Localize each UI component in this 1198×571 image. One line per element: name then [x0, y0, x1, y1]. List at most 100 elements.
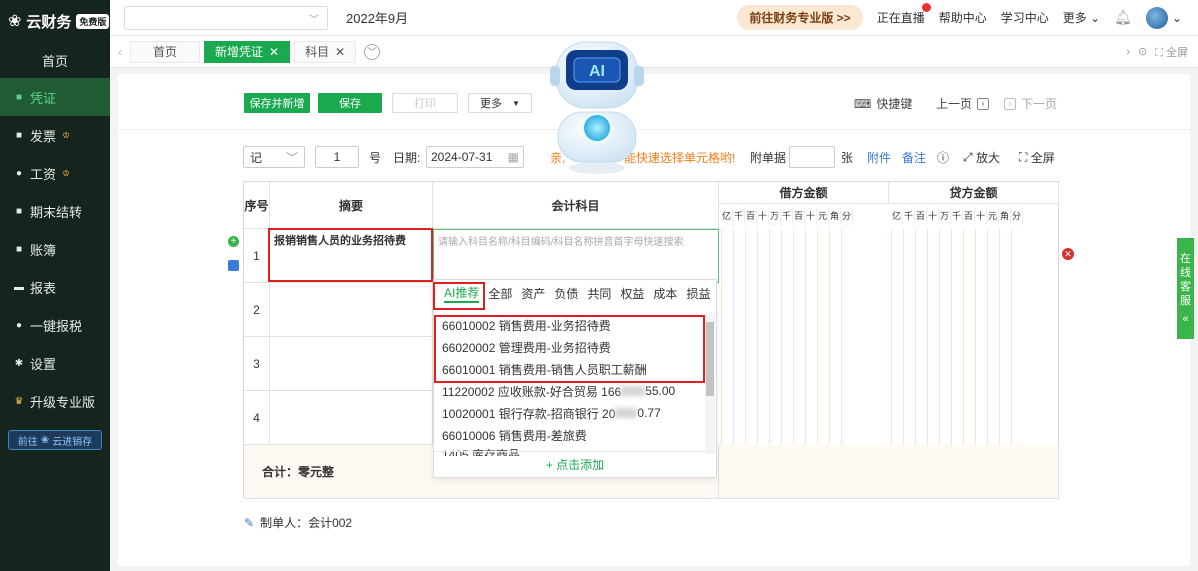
- account-option[interactable]: 66010006 销售费用-差旅费: [434, 424, 706, 446]
- more-button[interactable]: 更多 ▼: [468, 93, 532, 113]
- fullscreen-button[interactable]: ⛶ 全屏: [1155, 44, 1188, 60]
- account-list-scrollbar[interactable]: [705, 314, 715, 454]
- chevron-down-icon: ﹀: [285, 150, 298, 165]
- crown-icon: ♔: [62, 167, 71, 178]
- bell-icon[interactable]: 🔔︎: [1114, 9, 1132, 26]
- voucher-type-select[interactable]: 记 ﹀: [243, 146, 305, 168]
- copy-row-icon[interactable]: [228, 260, 239, 271]
- app-name: 云财务: [26, 13, 72, 31]
- double-chevron-left-icon: «: [1182, 312, 1189, 325]
- company-select[interactable]: ﹀: [124, 5, 328, 30]
- collapse-icon[interactable]: ⊙: [1138, 45, 1147, 58]
- digit-unit-label: 十: [975, 207, 987, 225]
- row-1-seq: 1: [244, 229, 270, 283]
- date-picker[interactable]: 2024-07-31 ▦: [426, 146, 524, 168]
- row-2-summary[interactable]: [270, 283, 433, 337]
- chevron-left-icon: ‹: [977, 97, 990, 110]
- shortcut-button[interactable]: ⌨ 快捷键: [854, 95, 912, 112]
- header-seq: 序号: [244, 182, 270, 229]
- category-tab-assets[interactable]: 资产: [521, 285, 545, 302]
- tab-accounts[interactable]: 科目 ✕: [294, 40, 357, 63]
- help-icon[interactable]: ⓘ: [937, 146, 949, 168]
- zoom-button[interactable]: ⤢ 放大: [963, 146, 1000, 168]
- chevron-down-icon[interactable]: ⌄: [1172, 11, 1182, 25]
- edition-badge: 免费版: [76, 13, 110, 29]
- digit-unit-label: 亿: [891, 207, 903, 225]
- robot-icon: AI: [550, 41, 644, 174]
- category-tab-cost[interactable]: 成本: [653, 285, 677, 302]
- avatar[interactable]: [1145, 6, 1168, 29]
- delete-row-icon[interactable]: ✕: [1062, 248, 1074, 260]
- attachment-link[interactable]: 附件: [867, 146, 891, 168]
- sidebar-item-salary[interactable]: ● 工资 ♔: [0, 154, 110, 192]
- digit-unit-label: 十: [927, 207, 939, 225]
- sidebar-item-settings[interactable]: ✱ 设置: [0, 344, 110, 382]
- sidebar-item-tax[interactable]: ● 一键报税: [0, 306, 110, 344]
- online-service-tab[interactable]: 在线客服 «: [1177, 238, 1194, 339]
- category-tab-common[interactable]: 共同: [587, 285, 611, 302]
- amount-grid-line: [927, 229, 928, 445]
- top-bar: ﹀ 2022年9月 前往财务专业版 >> 正在直播 帮助中心 学习中心 更多 ⌄…: [110, 0, 1198, 36]
- promo-prefix: 前往: [17, 436, 38, 448]
- row-4-summary[interactable]: [270, 391, 433, 445]
- tab-label: 科目: [305, 45, 330, 59]
- sidebar-item-home[interactable]: 首页: [0, 42, 110, 78]
- row-3-seq: 3: [244, 337, 270, 391]
- row-1-account-input[interactable]: 请输入科目名称/科目编码/科目名称拼音首字母快速搜索: [433, 229, 719, 283]
- promo-jxc-button[interactable]: 前往 ❀ 云进销存: [8, 430, 102, 450]
- help-center-link[interactable]: 帮助中心: [939, 9, 987, 26]
- amount-grid-line: [829, 229, 830, 445]
- account-option[interactable]: 10020001 银行存款-招商银行 20 0.77: [434, 402, 706, 424]
- save-button[interactable]: 保存: [318, 93, 382, 113]
- edit-icon: ✎: [244, 515, 255, 530]
- save-and-new-button[interactable]: 保存并新增: [244, 93, 310, 113]
- row-4-seq: 4: [244, 391, 270, 445]
- amount-grid-line: [915, 229, 916, 445]
- tab-scroll-right-icon[interactable]: ›: [1126, 46, 1130, 58]
- tab-home[interactable]: 首页: [130, 40, 201, 63]
- amount-grid-line: [975, 229, 976, 445]
- more-menu[interactable]: 更多 ⌄: [1063, 9, 1100, 26]
- account-option[interactable]: 11220002 应收账款-好合贸易 166 55.00: [434, 380, 706, 402]
- next-page-button[interactable]: › 下一页: [1004, 95, 1057, 112]
- voucher-number-input[interactable]: 1: [315, 146, 359, 168]
- close-icon[interactable]: ✕: [269, 45, 279, 59]
- close-icon[interactable]: ✕: [335, 45, 345, 59]
- sidebar-item-invoice[interactable]: ■ 发票 ♔: [0, 116, 110, 154]
- category-tab-pnl[interactable]: 损益: [686, 285, 710, 302]
- amount-grid-line: [733, 229, 734, 445]
- tab-scroll-left-icon[interactable]: ‹: [110, 45, 130, 59]
- attachments-count-input[interactable]: [789, 146, 835, 168]
- digit-unit-label: 千: [951, 207, 963, 225]
- fullscreen-icon: ⛶: [1019, 149, 1028, 164]
- ai-assistant-robot[interactable]: AI: [548, 28, 646, 178]
- pro-version-button[interactable]: 前往财务专业版 >>: [737, 5, 863, 30]
- amount-grid-line: [841, 229, 842, 445]
- digit-unit-label: 千: [733, 207, 745, 225]
- sidebar-item-voucher[interactable]: ■ 凭证: [0, 78, 110, 116]
- add-row-icon[interactable]: +: [228, 236, 239, 247]
- add-account-button[interactable]: + 点击添加: [434, 451, 716, 477]
- more-label: 更多: [1062, 11, 1087, 25]
- account-option-text: 10020001 银行存款-招商银行 20: [442, 406, 616, 421]
- category-tab-liabilities[interactable]: 负债: [554, 285, 578, 302]
- learning-center-link[interactable]: 学习中心: [1001, 9, 1049, 26]
- live-link[interactable]: 正在直播: [877, 3, 931, 26]
- amount-grid-line: [721, 229, 722, 445]
- row-3-summary[interactable]: [270, 337, 433, 391]
- scrollbar-thumb[interactable]: [706, 322, 714, 396]
- print-button[interactable]: 打印: [392, 93, 458, 113]
- sidebar-item-closing[interactable]: ■ 期末结转: [0, 192, 110, 230]
- voucher-fullscreen-button[interactable]: ⛶ 全屏: [1019, 146, 1055, 168]
- sidebar-item-ledger[interactable]: ■ 账簿: [0, 230, 110, 268]
- note-link[interactable]: 备注: [902, 146, 926, 168]
- row-2-seq: 2: [244, 283, 270, 337]
- prev-page-button[interactable]: 上一页 ‹: [936, 95, 990, 112]
- sidebar-item-upgrade[interactable]: ♛ 升级专业版: [0, 382, 110, 420]
- app-logo[interactable]: ❀ 云财务 免费版: [0, 0, 110, 42]
- tab-new-voucher[interactable]: 新增凭证 ✕: [204, 40, 291, 63]
- category-tab-equity[interactable]: 权益: [620, 285, 644, 302]
- tab-menu-icon[interactable]: ﹀: [364, 43, 381, 60]
- category-tab-all[interactable]: 全部: [488, 285, 512, 302]
- sidebar-item-report[interactable]: ▬ 报表: [0, 268, 110, 306]
